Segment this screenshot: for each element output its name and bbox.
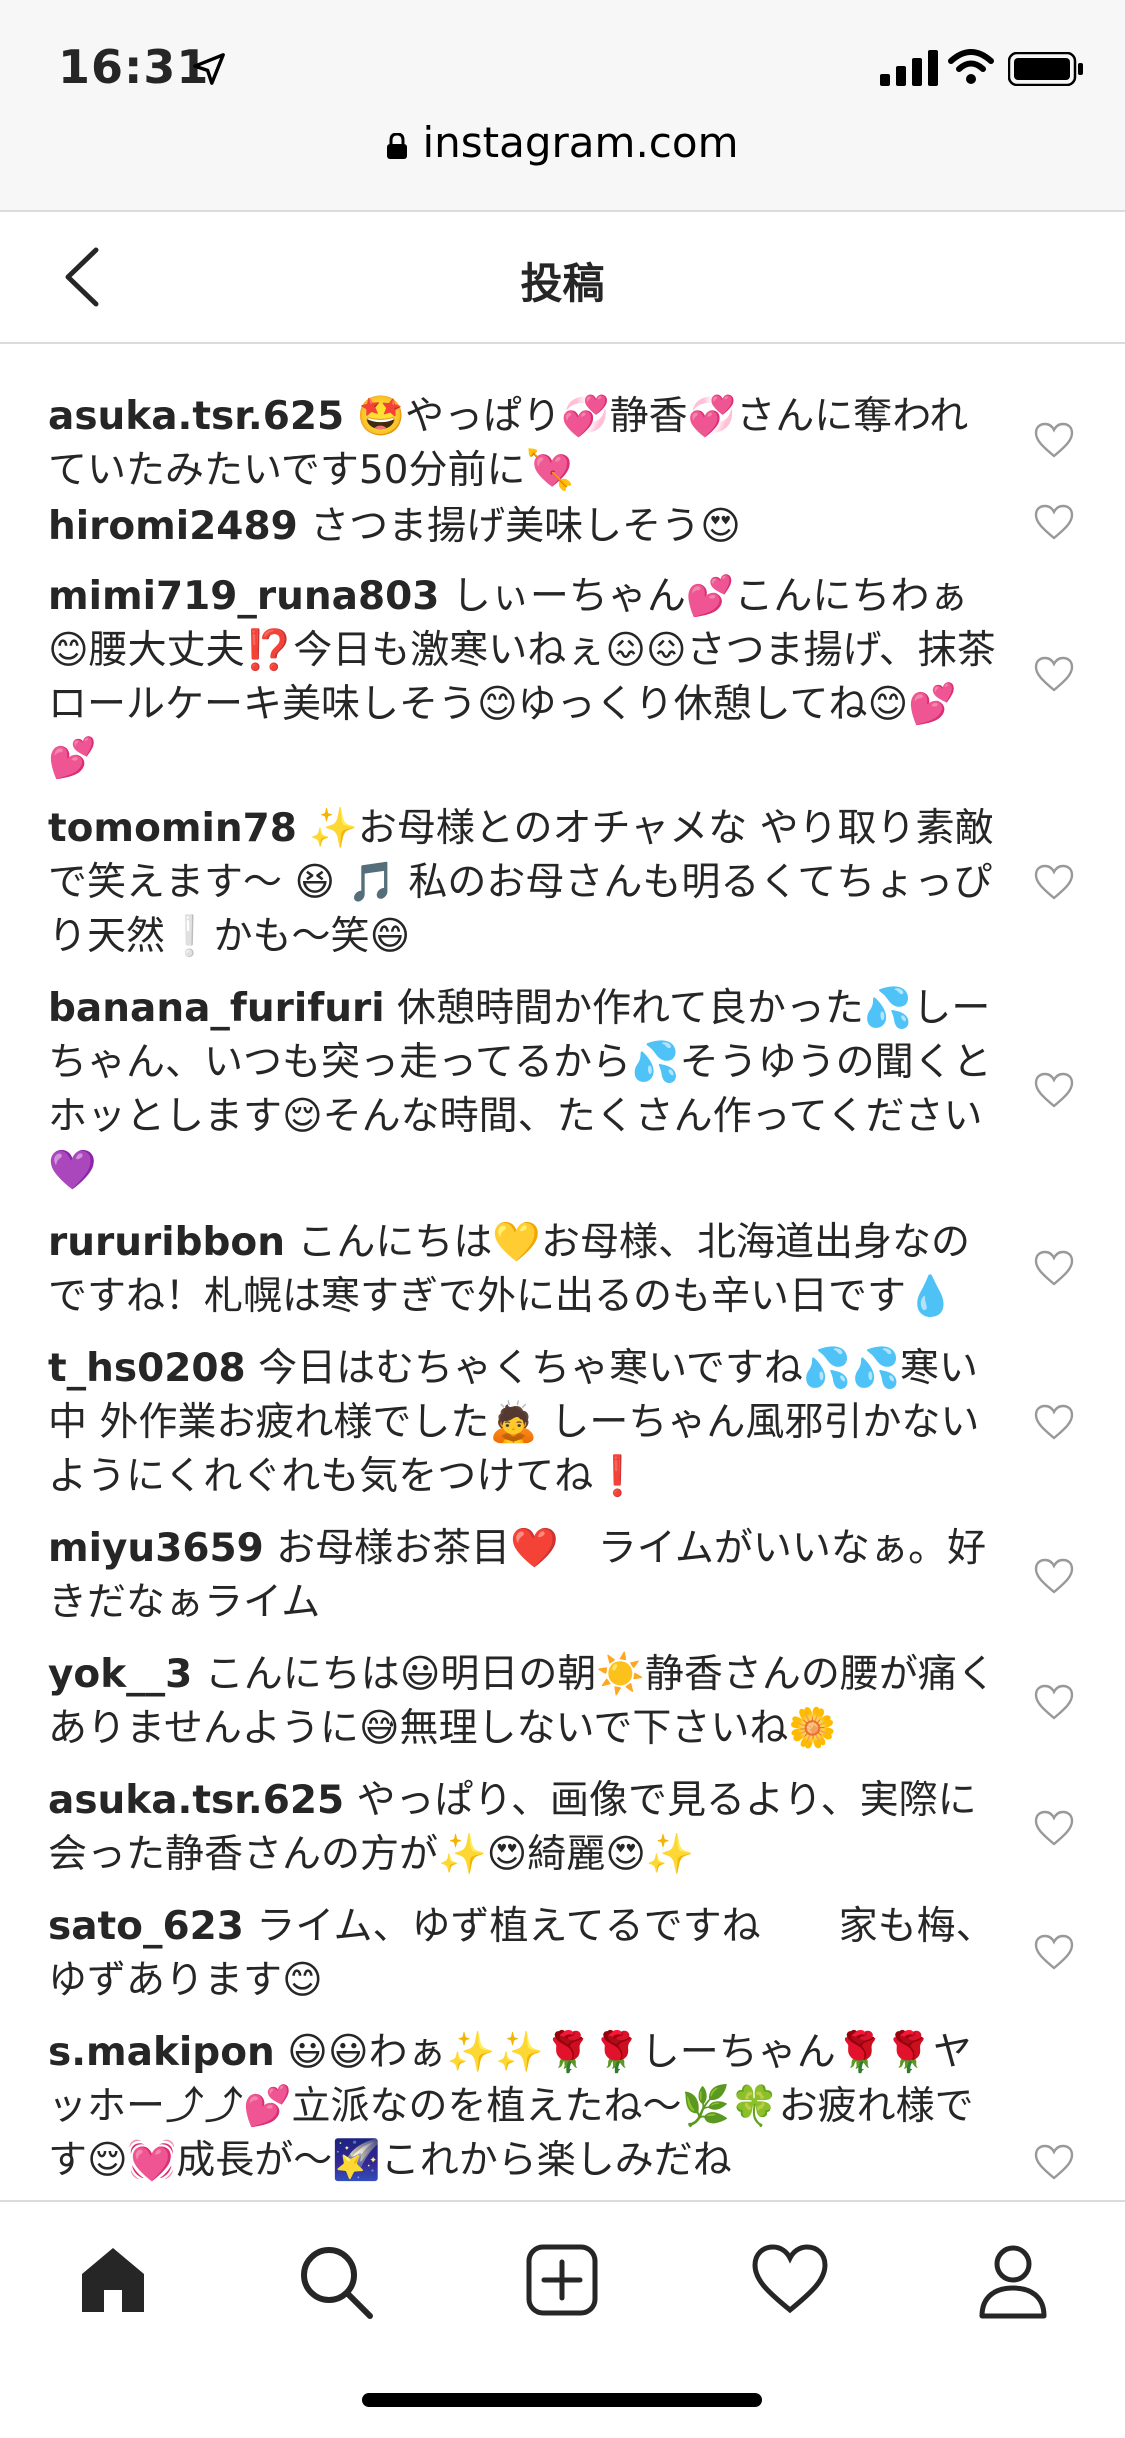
comment: t_hs0208 今日はむちゃくちゃ寒いですね💦💦寒い中 外作業お疲れ様でした🙇… [48,1342,998,1504]
like-heart-icon[interactable] [1034,1934,1074,1970]
comment-username[interactable]: mimi719_runa803 [48,574,439,619]
search-icon[interactable] [298,2244,374,2320]
comment: asuka.tsr.625 🤩やっぱり💞静香💞さんに奪われていたみたいです50分… [48,390,998,498]
comment-username[interactable]: sato_623 [48,1904,244,1949]
like-heart-icon[interactable] [1034,1072,1074,1108]
like-heart-icon[interactable] [1034,656,1074,692]
page-title: 投稿 [520,259,605,308]
like-heart-icon[interactable] [1034,1404,1074,1440]
comment: s.makipon 😃😃わぁ✨✨🌹🌹しーちゃん🌹🌹ヤッホー⤴︎⤴︎💕立派なのを植… [48,2026,998,2188]
battery-icon [1008,52,1083,86]
plus-square-icon[interactable] [526,2244,598,2316]
comment-username[interactable]: asuka.tsr.625 [48,394,344,439]
comment: hiromi2489 さつま揚げ美味しそう😍 [48,500,998,554]
comment-username[interactable]: tomomin78 [48,806,297,851]
comment-text: さつま揚げ美味しそう😍 [310,504,741,549]
comment-username[interactable]: banana_furifuri [48,986,385,1031]
comment: rururibbon こんにちは💛お母様、北海道出身なのですね！札幌は寒すぎで外… [48,1216,998,1324]
like-heart-icon[interactable] [1034,1810,1074,1846]
like-heart-icon[interactable] [1034,1684,1074,1720]
comment-username[interactable]: yok__3 [48,1652,192,1697]
lock-icon [387,133,408,159]
comment: tomomin78 ✨お母様とのオチャメな やり取り素敵で笑えます〜 😆 🎵 私… [48,802,998,964]
home-indicator[interactable] [362,2393,762,2407]
profile-icon[interactable] [978,2244,1048,2320]
status-time: 16:31 [58,40,210,94]
comment: yok__3 こんにちは😃明日の朝☀️静香さんの腰が痛くありませんように😅無理し… [48,1648,998,1756]
status-and-url-bar: 16:31 instagram.com [0,0,1125,212]
comment-username[interactable]: t_hs0208 [48,1346,246,1391]
comment-username[interactable]: hiromi2489 [48,504,298,549]
url-bar[interactable]: instagram.com [0,118,1125,167]
like-heart-icon[interactable] [1034,2144,1074,2180]
comment: mimi719_runa803 しぃーちゃん💕こんにちわぁ😊腰大丈夫⁉️今日も激… [48,570,998,786]
like-heart-icon[interactable] [1034,504,1074,540]
like-heart-icon[interactable] [1034,422,1074,458]
heart-icon[interactable] [752,2244,828,2314]
comment-username[interactable]: miyu3659 [48,1526,264,1571]
wifi-icon [948,49,994,84]
url-text: instagram.com [422,118,739,167]
comment: banana_furifuri 休憩時間か作れて良かった💦しーちゃん、いつも突っ… [48,982,998,1198]
signal-icon [880,50,938,86]
comment-username[interactable]: s.makipon [48,2030,275,2075]
comment-username[interactable]: rururibbon [48,1220,285,1265]
home-icon[interactable] [78,2244,148,2316]
comment: miyu3659 お母様お茶目❤️ ライムがいいなぁ。好きだなぁライム [48,1522,998,1630]
location-arrow-icon [193,53,225,85]
comment-list[interactable]: asuka.tsr.625 🤩やっぱり💞静香💞さんに奪われていたみたいです50分… [0,344,1125,2199]
like-heart-icon[interactable] [1034,1250,1074,1286]
page-header: 投稿 [0,212,1125,344]
like-heart-icon[interactable] [1034,1558,1074,1594]
comment-username[interactable]: asuka.tsr.625 [48,1778,344,1823]
comment: asuka.tsr.625 やっぱり、画像で見るより、実際に会った静香さんの方が… [48,1774,998,1882]
comment: sato_623 ライム、ゆず植えてるですね 家も梅、ゆずあります😊 [48,1900,998,2008]
like-heart-icon[interactable] [1034,864,1074,900]
